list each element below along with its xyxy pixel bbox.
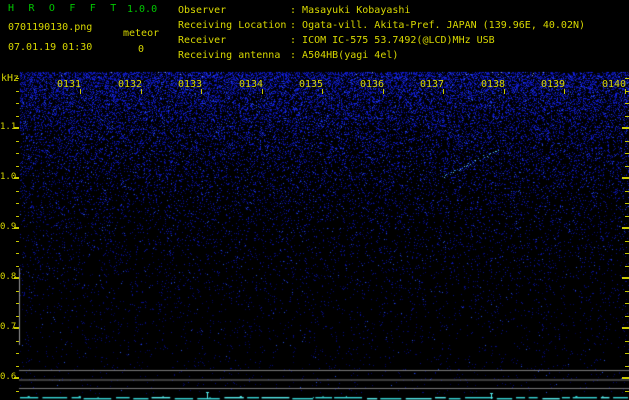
freq-minor-tick-right	[625, 78, 629, 79]
freq-minor-tick-left	[16, 115, 19, 117]
time-label: 0140	[602, 79, 627, 90]
freq-major-tick-right	[622, 327, 629, 329]
freq-minor-tick-left	[16, 353, 19, 354]
freq-minor-tick-left	[16, 90, 19, 92]
time-label: 0134	[239, 79, 264, 90]
freq-minor-tick-right	[625, 153, 629, 154]
freq-tick-label: 0.8	[0, 272, 17, 282]
freq-minor-tick-left	[16, 390, 19, 392]
freq-major-tick-right	[622, 127, 629, 129]
freq-tick-label: 0.6	[0, 372, 17, 382]
freq-minor-tick-right	[625, 290, 629, 292]
freq-minor-tick-right	[625, 103, 629, 104]
freq-tick-label: 1.0	[0, 172, 17, 182]
time-label: 0131	[57, 79, 82, 90]
freq-minor-tick-right	[625, 203, 629, 204]
freq-minor-tick-left	[16, 140, 19, 142]
freq-minor-tick-right	[625, 303, 629, 304]
time-label: 0132	[118, 79, 143, 90]
freq-minor-tick-right	[625, 265, 629, 267]
freq-minor-tick-right	[625, 240, 629, 242]
freq-tick-label: 1.1	[0, 122, 17, 132]
freq-minor-tick-right	[625, 353, 629, 354]
freq-major-tick-right	[622, 377, 629, 379]
time-label: 0136	[360, 79, 385, 90]
freq-minor-tick-right	[625, 315, 629, 317]
freq-minor-tick-right	[625, 340, 629, 342]
freq-minor-tick-left	[16, 165, 19, 167]
freq-minor-tick-right	[625, 115, 629, 117]
time-label: 0137	[420, 79, 445, 90]
freq-minor-tick-left	[16, 240, 19, 242]
freq-minor-tick-left	[16, 265, 19, 267]
freq-tick-label: 0.7	[0, 322, 17, 332]
freq-minor-tick-left	[16, 303, 19, 304]
freq-minor-tick-left	[16, 190, 19, 192]
freq-major-tick-right	[622, 227, 629, 229]
freq-minor-tick-right	[625, 190, 629, 192]
freq-minor-tick-left	[16, 153, 19, 154]
freq-minor-tick-left	[16, 203, 19, 204]
freq-minor-tick-left	[16, 365, 19, 367]
freq-minor-tick-left	[16, 215, 19, 217]
hrofft-screen: H R O F F T 1.0.0 0701190130.png meteor …	[0, 0, 629, 400]
freq-minor-tick-left	[16, 290, 19, 292]
freq-minor-tick-left	[16, 253, 19, 254]
freq-minor-tick-right	[625, 390, 629, 392]
time-label: 0138	[481, 79, 506, 90]
freq-minor-tick-right	[625, 165, 629, 167]
time-label: 0133	[178, 79, 203, 90]
time-label: 0139	[541, 79, 566, 90]
freq-major-tick-right	[622, 177, 629, 179]
freq-minor-tick-right	[625, 365, 629, 367]
freq-minor-tick-left	[16, 340, 19, 342]
freq-minor-tick-right	[625, 253, 629, 254]
freq-minor-tick-right	[625, 140, 629, 142]
freq-tick-label: 0.9	[0, 222, 17, 232]
freq-minor-tick-left	[16, 103, 19, 104]
freq-minor-tick-left	[16, 315, 19, 317]
freq-minor-tick-right	[625, 90, 629, 92]
time-label: 0135	[299, 79, 324, 90]
freq-major-tick-right	[622, 277, 629, 279]
plot-area: kHz 0131 0132 0133 0134 0135 0136 0137 0138 0139…	[0, 0, 629, 400]
freq-minor-tick-right	[625, 215, 629, 217]
freq-minor-tick-left	[16, 78, 19, 79]
